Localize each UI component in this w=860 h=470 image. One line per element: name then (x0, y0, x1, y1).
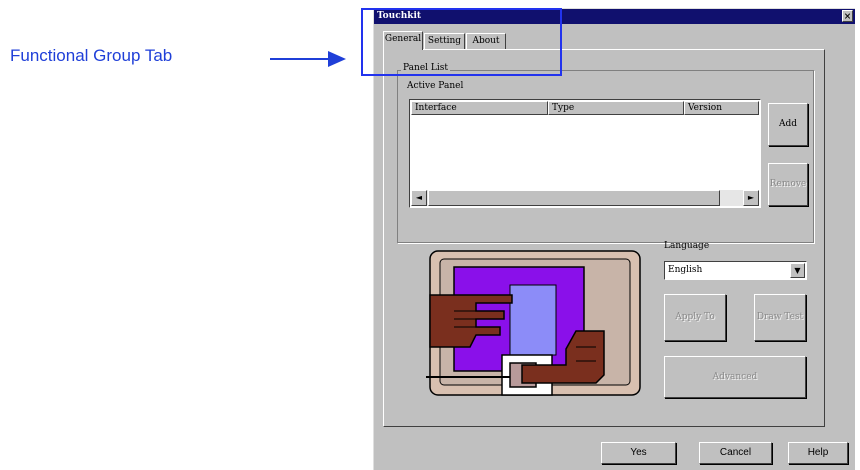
column-header-interface[interactable]: Interface (411, 101, 548, 115)
horizontal-scrollbar[interactable]: ◄ ► (411, 190, 759, 206)
language-selected-value: English (668, 265, 703, 275)
yes-button[interactable]: Yes (601, 442, 676, 464)
apply-to-button[interactable]: Apply To (664, 294, 726, 341)
active-panel-label: Active Panel (407, 81, 464, 91)
language-select[interactable]: English ▼ (664, 261, 807, 280)
tab-highlight-box (361, 8, 562, 76)
right-arrow-icon (270, 51, 346, 67)
add-button[interactable]: Add (768, 103, 808, 146)
cancel-button[interactable]: Cancel (699, 442, 772, 464)
touch-screen-illustration (426, 250, 641, 396)
chevron-down-icon[interactable]: ▼ (790, 263, 805, 278)
remove-button[interactable]: Remove (768, 163, 808, 206)
advanced-button[interactable]: Advanced (664, 356, 806, 398)
help-button[interactable]: Help (788, 442, 848, 464)
functional-group-tab-callout: Functional Group Tab (10, 46, 173, 65)
touchkit-dialog: Touchkit × General Setting About Panel L… (373, 8, 855, 470)
scroll-right-icon[interactable]: ► (743, 190, 759, 206)
column-header-version[interactable]: Version (684, 101, 759, 115)
scroll-left-icon[interactable]: ◄ (411, 190, 427, 206)
scroll-thumb[interactable] (428, 190, 720, 206)
draw-test-button[interactable]: Draw Test (754, 294, 806, 341)
language-label: Language (664, 241, 710, 251)
close-button[interactable]: × (842, 10, 853, 22)
active-panel-list[interactable]: Interface Type Version ◄ ► (409, 99, 761, 208)
column-header-type[interactable]: Type (548, 101, 684, 115)
